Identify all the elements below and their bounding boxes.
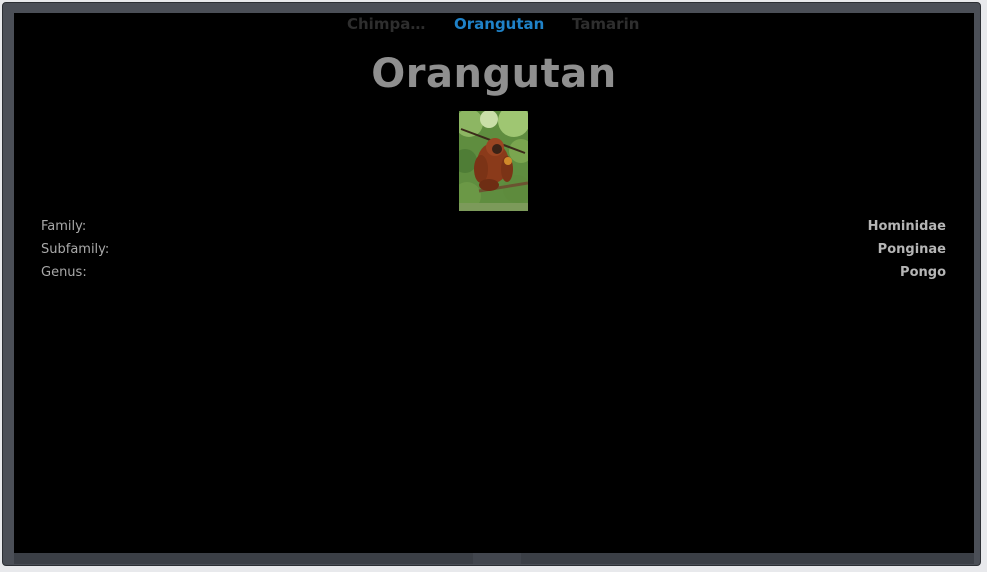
page-title: Orangutan	[371, 51, 617, 97]
tab-bar: Chimpan... Orangutan Tamarin	[14, 15, 974, 37]
orangutan-image	[459, 111, 528, 211]
taxonomy-row-family: Family: Hominidae	[41, 219, 946, 242]
family-label: Family:	[41, 219, 87, 234]
taxonomy-row-genus: Genus: Pongo	[41, 265, 946, 288]
genus-value: Pongo	[900, 265, 946, 280]
tab-orangutan[interactable]: Orangutan	[454, 15, 544, 33]
taxonomy-row-subfamily: Subfamily: Ponginae	[41, 242, 946, 265]
taxonomy-list: Family: Hominidae Subfamily: Ponginae Ge…	[41, 219, 946, 288]
tab-tamarin[interactable]: Tamarin	[572, 15, 639, 33]
subfamily-label: Subfamily:	[41, 242, 110, 257]
bottom-handle[interactable]	[473, 553, 521, 564]
app-canvas: Chimpan... Orangutan Tamarin Orangutan	[14, 13, 974, 553]
tab-chimpanzee[interactable]: Chimpan...	[347, 15, 427, 33]
subfamily-value: Ponginae	[877, 242, 946, 257]
orangutan-photo	[459, 111, 528, 211]
family-value: Hominidae	[867, 219, 946, 234]
genus-label: Genus:	[41, 265, 87, 280]
